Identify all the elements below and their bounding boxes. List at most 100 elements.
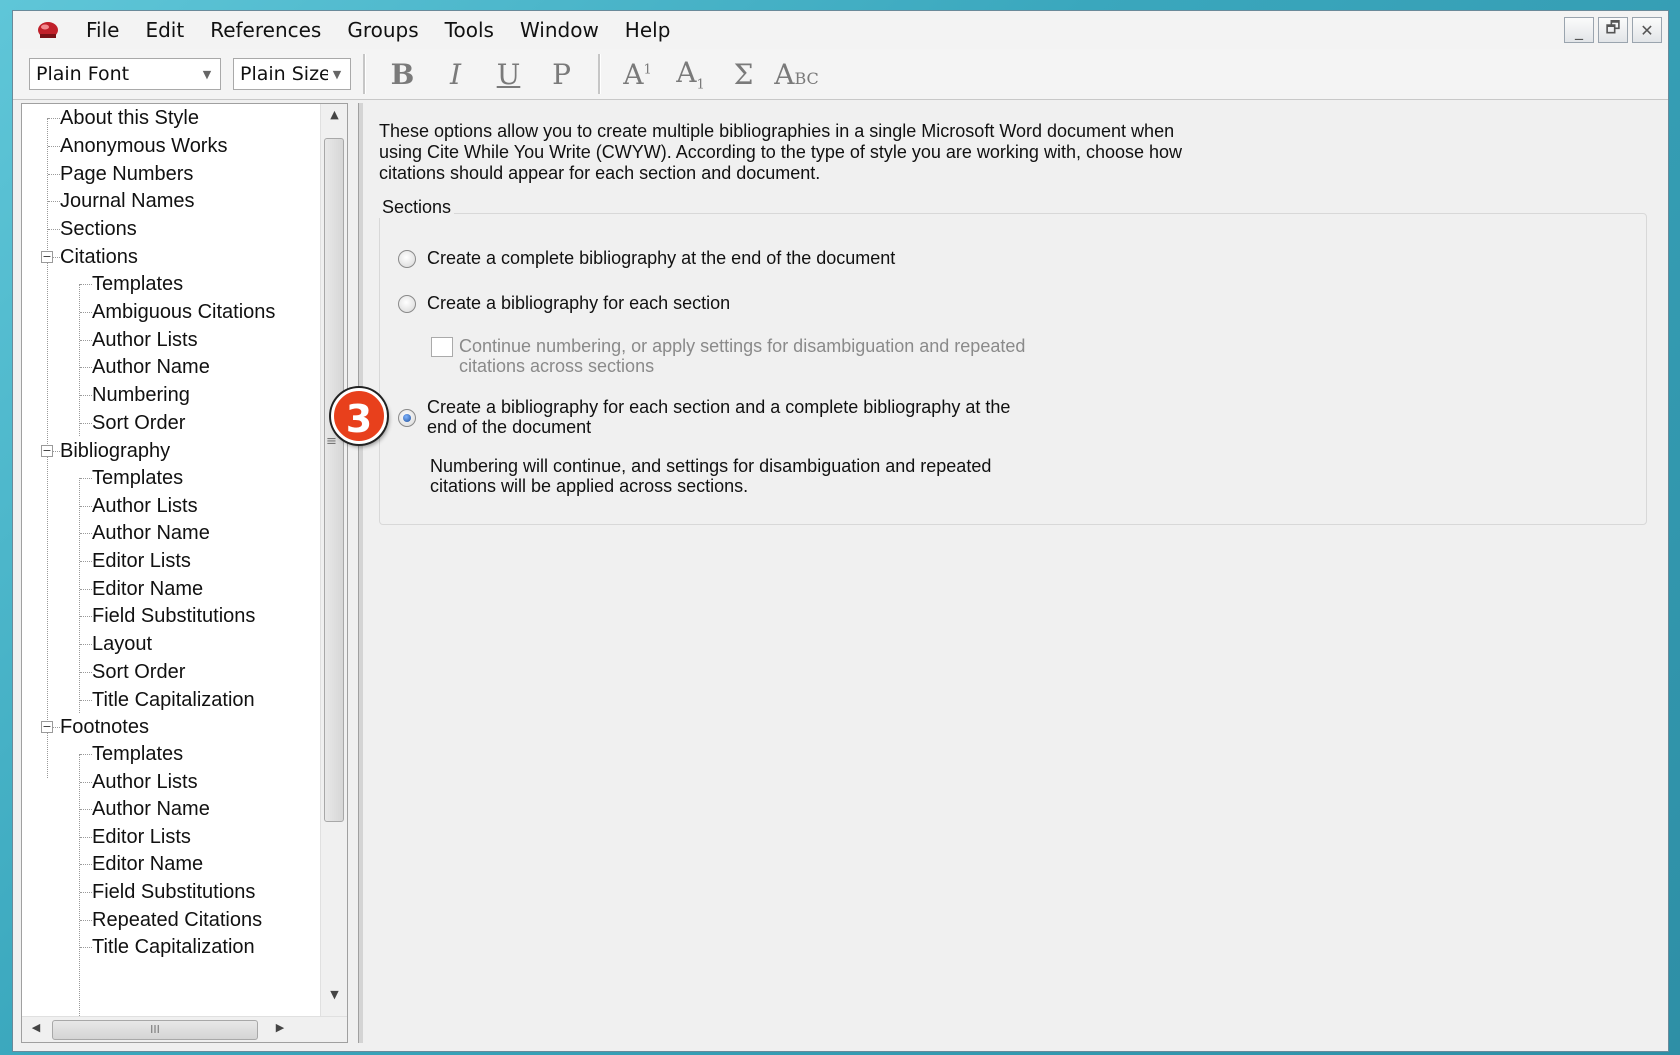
- tree-item-label: Author Lists: [92, 771, 198, 793]
- endnote-app-icon[interactable]: [35, 19, 61, 41]
- toolbar-separator: [598, 54, 601, 94]
- collapse-icon[interactable]: −: [41, 721, 53, 733]
- radio-each-section-and-complete[interactable]: [398, 409, 416, 427]
- tree-item-footnotes-field-substitutions[interactable]: Field Substitutions: [90, 879, 257, 905]
- size-select[interactable]: Plain Size ▼: [233, 58, 351, 90]
- tree-item-citations-sort-order[interactable]: Sort Order: [90, 410, 187, 436]
- collapse-icon[interactable]: −: [41, 445, 53, 457]
- tree-item-citations[interactable]: Citations: [58, 244, 140, 270]
- tree-item-footnotes-author-name[interactable]: Author Name: [90, 796, 212, 822]
- tree-item-label: Author Name: [92, 798, 210, 820]
- close-button[interactable]: ✕: [1632, 17, 1662, 43]
- tree-item-citations-numbering[interactable]: Numbering: [90, 382, 192, 408]
- tree-item-anonymous-works[interactable]: Anonymous Works: [58, 133, 229, 159]
- chevron-down-icon: ▼: [202, 67, 212, 81]
- menu-edit[interactable]: Edit: [132, 11, 197, 49]
- menu-window[interactable]: Window: [507, 11, 612, 49]
- subscript-base: A: [676, 55, 697, 89]
- option-note-line2: citations will be applied across section…: [430, 476, 749, 496]
- bold-button[interactable]: B: [376, 58, 429, 91]
- tree-item-bibliography-layout[interactable]: Layout: [90, 631, 154, 657]
- tree-horizontal-scrollbar[interactable]: ◀ III ▶: [22, 1016, 347, 1042]
- menu-help[interactable]: Help: [612, 11, 684, 49]
- tree-item-footnotes[interactable]: Footnotes: [58, 714, 151, 740]
- tree-item-bibliography-sort-order[interactable]: Sort Order: [90, 659, 187, 685]
- tree-item-footnotes-author-lists[interactable]: Author Lists: [90, 769, 200, 795]
- tree-item-page-numbers[interactable]: Page Numbers: [58, 161, 195, 187]
- scrollbar-thumb[interactable]: [324, 138, 344, 822]
- restore-button[interactable]: 🗗: [1598, 17, 1628, 43]
- option-complete-bibliography-label[interactable]: Create a complete bibliography at the en…: [427, 248, 895, 269]
- tree-item-bibliography-title-capitalization[interactable]: Title Capitalization: [90, 687, 257, 713]
- panel-splitter[interactable]: [358, 103, 363, 1043]
- intro-text: These options allow you to create multip…: [379, 121, 1183, 183]
- minimize-button[interactable]: _: [1564, 17, 1594, 43]
- scrollbar-thumb[interactable]: III: [52, 1020, 258, 1040]
- tree-guide: [79, 284, 80, 436]
- tree-item-citations-author-name[interactable]: Author Name: [90, 354, 212, 380]
- tree-item-bibliography-author-lists[interactable]: Author Lists: [90, 493, 200, 519]
- tree-item-footnotes-repeated-citations[interactable]: Repeated Citations: [90, 907, 264, 933]
- tree-item-label: Templates: [92, 467, 184, 489]
- plain-button[interactable]: P: [535, 58, 588, 91]
- scroll-up-arrow-icon[interactable]: ▲: [321, 108, 347, 132]
- style-tree: About this Style Anonymous Works Page Nu…: [22, 104, 320, 1016]
- grip-icon: ≡: [326, 434, 337, 449]
- tree-item-bibliography-editor-name[interactable]: Editor Name: [90, 576, 205, 602]
- tree-item-label: Templates: [92, 273, 184, 295]
- step-number-badge: 3: [331, 388, 387, 444]
- tree-item-label: Footnotes: [60, 716, 149, 738]
- radio-complete-bibliography[interactable]: [398, 250, 416, 268]
- window-controls: _ 🗗 ✕: [1564, 17, 1662, 43]
- tree-item-about-this-style[interactable]: About this Style: [58, 105, 201, 131]
- tree-item-footnotes-templates[interactable]: Templates: [90, 741, 185, 767]
- radio-bibliography-each-section[interactable]: [398, 295, 416, 313]
- tree-item-citations-ambiguous[interactable]: Ambiguous Citations: [90, 299, 277, 325]
- menu-groups[interactable]: Groups: [334, 11, 431, 49]
- formatting-toolbar: Plain Font ▼ Plain Size ▼ B I U P A1 A1 …: [13, 49, 1668, 100]
- tree-item-bibliography[interactable]: Bibliography: [58, 438, 172, 464]
- tree-item-label: Bibliography: [60, 440, 171, 462]
- symbol-button[interactable]: Σ: [717, 58, 770, 91]
- option-bibliography-each-section-label[interactable]: Create a bibliography for each section: [427, 293, 730, 314]
- superscript-button[interactable]: A1: [611, 58, 664, 91]
- tree-item-citations-templates[interactable]: Templates: [90, 271, 185, 297]
- tree-item-journal-names[interactable]: Journal Names: [58, 188, 197, 214]
- tree-guide: [79, 754, 80, 1016]
- tree-item-label: Sort Order: [92, 412, 186, 434]
- tree-item-citations-author-lists[interactable]: Author Lists: [90, 327, 200, 353]
- scroll-left-arrow-icon[interactable]: ◀: [26, 1021, 46, 1034]
- tree-item-label: Numbering: [92, 384, 190, 406]
- toolbar-separator: [363, 54, 366, 94]
- sections-options-panel: These options allow you to create multip…: [365, 103, 1663, 1043]
- scroll-down-arrow-icon[interactable]: ▼: [321, 988, 347, 1012]
- tree-item-bibliography-author-name[interactable]: Author Name: [90, 520, 212, 546]
- tree-item-bibliography-field-substitutions[interactable]: Field Substitutions: [90, 603, 257, 629]
- tree-item-label: Anonymous Works: [60, 135, 228, 157]
- menu-file[interactable]: File: [73, 11, 132, 49]
- small-caps-button[interactable]: ABC: [770, 58, 823, 91]
- collapse-icon[interactable]: −: [41, 251, 53, 263]
- tree-item-footnotes-editor-name[interactable]: Editor Name: [90, 851, 205, 877]
- subscript-button[interactable]: A1: [664, 56, 717, 93]
- menu-tools[interactable]: Tools: [432, 11, 507, 49]
- tree-item-bibliography-editor-lists[interactable]: Editor Lists: [90, 548, 193, 574]
- continue-numbering-checkbox[interactable]: [431, 337, 453, 357]
- option-each-section-and-complete-label-line1[interactable]: Create a bibliography for each section a…: [427, 397, 1010, 418]
- option-each-section-and-complete-label-line2[interactable]: end of the document: [427, 417, 591, 438]
- small-caps-small: BC: [794, 68, 819, 88]
- scroll-right-arrow-icon[interactable]: ▶: [270, 1021, 290, 1034]
- tree-vertical-scrollbar[interactable]: ▲ ≡ ▼: [320, 104, 347, 1016]
- tree-item-label: Editor Name: [92, 578, 204, 600]
- superscript-mark: 1: [643, 62, 652, 78]
- italic-button[interactable]: I: [429, 58, 482, 91]
- tree-item-label: Title Capitalization: [92, 689, 255, 711]
- underline-button[interactable]: U: [482, 58, 535, 91]
- tree-item-label: Sort Order: [92, 661, 186, 683]
- font-select[interactable]: Plain Font ▼: [29, 58, 221, 90]
- tree-item-footnotes-title-capitalization[interactable]: Title Capitalization: [90, 934, 257, 960]
- tree-item-bibliography-templates[interactable]: Templates: [90, 465, 185, 491]
- tree-item-footnotes-editor-lists[interactable]: Editor Lists: [90, 824, 193, 850]
- menu-references[interactable]: References: [197, 11, 334, 49]
- tree-item-sections[interactable]: Sections: [58, 216, 139, 242]
